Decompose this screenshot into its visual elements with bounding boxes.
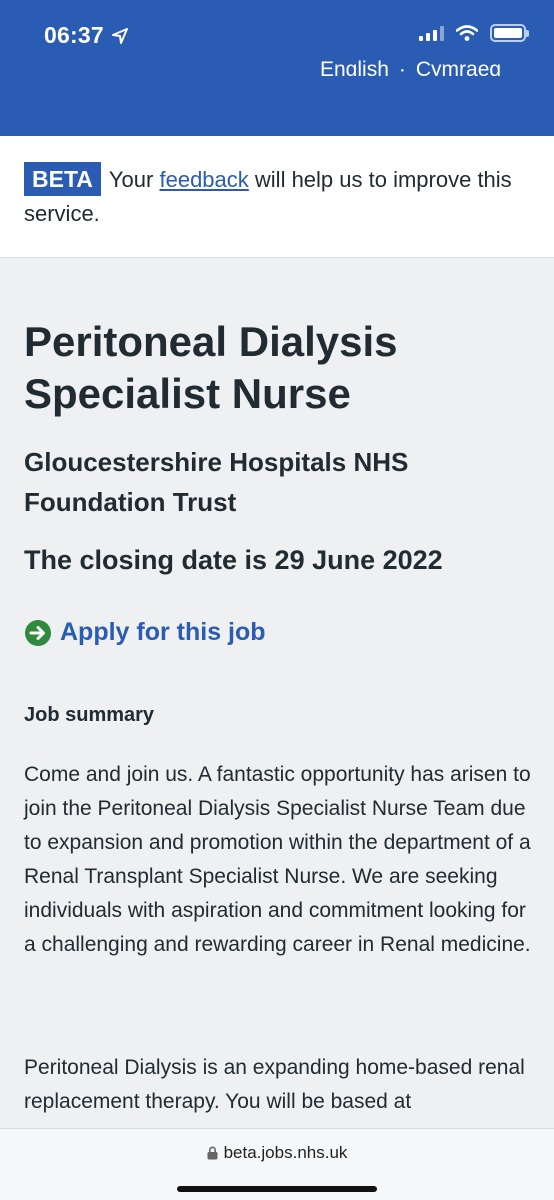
- feedback-link[interactable]: feedback: [159, 167, 248, 192]
- wifi-icon: [456, 25, 478, 41]
- arrow-right-circle-icon: [25, 619, 51, 646]
- language-switcher: English · Cymraeg: [320, 46, 501, 76]
- signal-icon: [419, 25, 444, 41]
- lang-english[interactable]: English: [320, 58, 389, 76]
- url-display[interactable]: beta.jobs.nhs.uk: [0, 1143, 554, 1163]
- beta-text-before: Your: [108, 167, 154, 192]
- url-text[interactable]: beta.jobs.nhs.uk: [224, 1143, 348, 1163]
- lang-separator: ·: [398, 58, 406, 76]
- page: 06:37 English · Cymraeg BETA Your feedback …: [0, 0, 554, 1200]
- header: 06:37 English · Cymraeg: [0, 0, 554, 136]
- battery-icon: [490, 24, 529, 42]
- closing-date: The closing date is 29 June 2022: [24, 545, 443, 575]
- location-arrow-icon: [111, 27, 128, 44]
- beta-banner: BETA Your feedback will help us to improv…: [0, 136, 554, 258]
- job-title: Peritoneal Dialysis Specialist Nurse: [24, 318, 398, 417]
- status-icons: [419, 24, 529, 42]
- apply-link[interactable]: Apply for this job: [24, 618, 266, 647]
- job-summary-heading: Job summary: [24, 704, 155, 726]
- home-indicator[interactable]: [177, 1186, 377, 1192]
- lang-welsh-link[interactable]: Cymraeg: [416, 58, 501, 76]
- status-time-text: 06:37: [44, 22, 104, 48]
- beta-tag: BETA: [24, 162, 101, 196]
- status-time: 06:37: [44, 22, 128, 49]
- beta-text: BETA Your feedback will help us to improv…: [24, 162, 534, 231]
- job-summary-paragraph-2: Peritoneal Dialysis is an expanding home…: [24, 1056, 525, 1113]
- lock-icon: [207, 1146, 218, 1160]
- job-summary-paragraph-1: Come and join us. A fantastic opportunit…: [24, 763, 531, 956]
- employer-name: Gloucestershire Hospitals NHS Foundation…: [24, 447, 409, 517]
- apply-label[interactable]: Apply for this job: [60, 618, 266, 647]
